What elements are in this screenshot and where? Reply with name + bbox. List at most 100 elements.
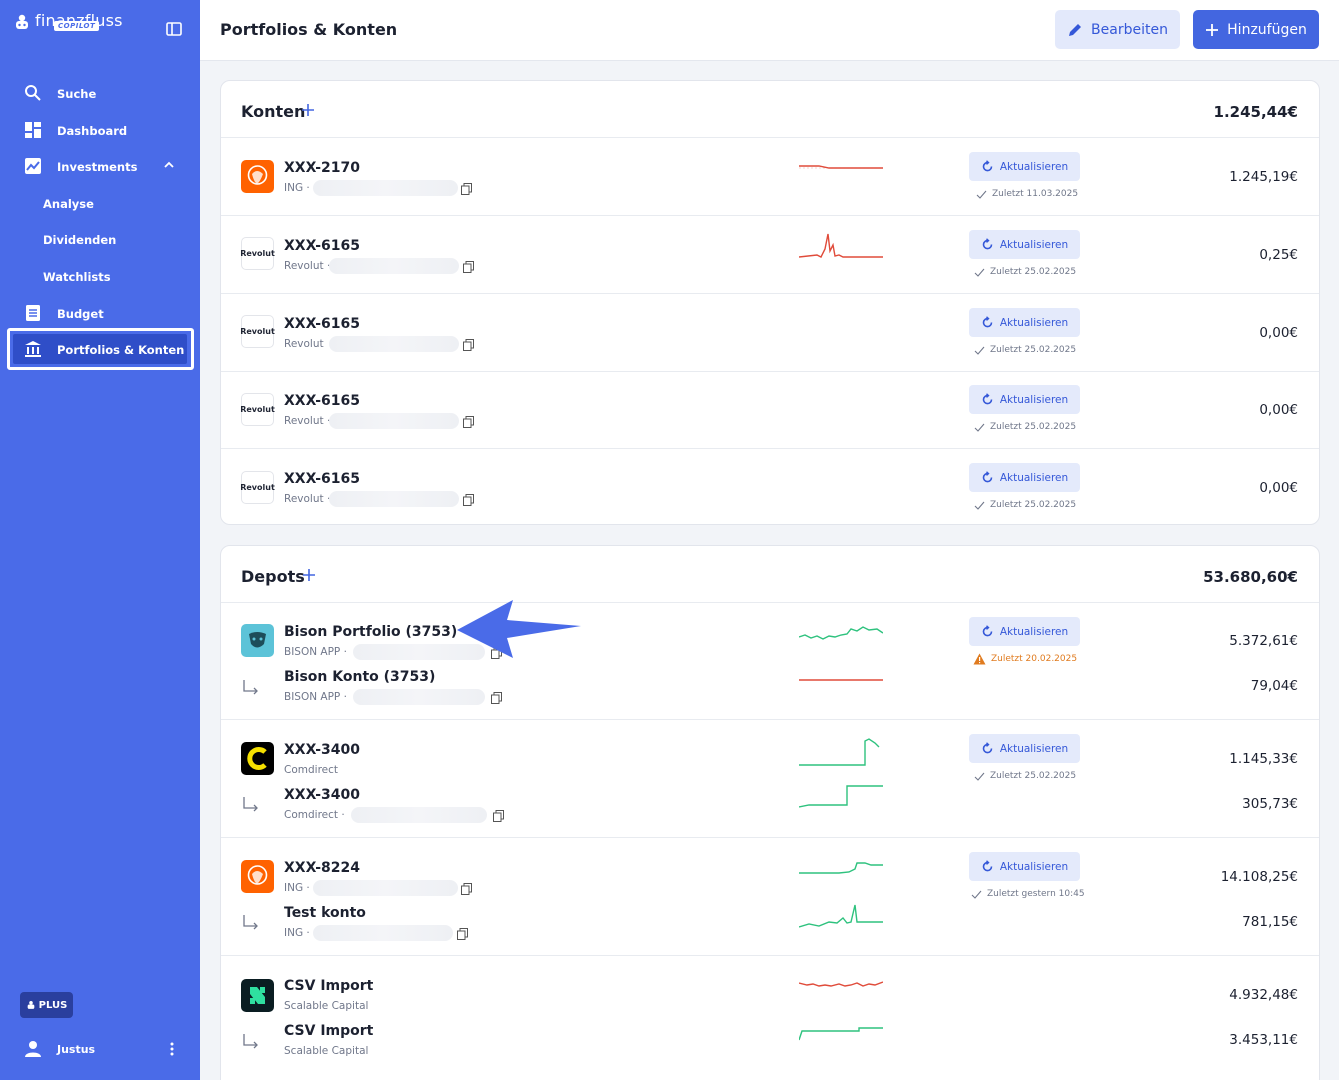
table-row[interactable]: XXX-3400 Comdirect Aktualisieren Zuletzt… — [221, 720, 1319, 838]
lion-icon — [247, 165, 268, 185]
table-row[interactable]: Revolut XXX-6165 Revolut · Aktualisieren… — [221, 216, 1319, 294]
redacted-iban — [351, 807, 487, 823]
refresh-icon — [982, 742, 993, 754]
ing-logo — [241, 860, 274, 893]
copy-icon[interactable] — [463, 416, 474, 428]
sidebar-item-portfolios-konten[interactable]: Portfolios & Konten — [0, 331, 200, 368]
table-row[interactable]: Revolut XXX-6165 Revolut · Aktualisieren… — [221, 372, 1319, 449]
sub-account-bank: BISON APP · — [284, 691, 347, 703]
copy-icon[interactable] — [457, 928, 468, 940]
sidebar-item-budget[interactable]: Budget — [0, 295, 200, 332]
refresh-button[interactable]: Aktualisieren — [969, 308, 1080, 337]
sidebar-item-analyse[interactable]: Analyse — [0, 185, 200, 222]
refresh-label: Aktualisieren — [999, 742, 1069, 755]
more-vertical-icon[interactable] — [168, 1041, 176, 1057]
account-amount: 0,00€ — [1259, 325, 1298, 341]
sparkline — [799, 904, 883, 928]
sparkline — [799, 738, 880, 766]
account-amount: 1.245,19€ — [1229, 169, 1298, 185]
copy-icon[interactable] — [461, 183, 472, 195]
last-updated: Zuletzt 11.03.2025 — [976, 189, 1078, 199]
sparkline — [799, 233, 883, 258]
copy-icon[interactable] — [491, 692, 502, 704]
refresh-button[interactable]: Aktualisieren — [969, 852, 1080, 881]
copilot-badge: COPILOT — [54, 21, 100, 31]
sub-account-bank: Comdirect · — [284, 809, 345, 821]
table-row[interactable]: Revolut XXX-6165 Revolut Aktualisieren Z… — [221, 294, 1319, 372]
copy-icon[interactable] — [463, 494, 474, 506]
sidebar-item-watchlists[interactable]: Watchlists — [0, 258, 200, 295]
sparkline — [799, 679, 883, 681]
check-icon — [974, 268, 985, 277]
sub-account-bank: Scalable Capital — [284, 1045, 369, 1057]
edit-button-label: Bearbeiten — [1091, 21, 1168, 38]
scalable-logo — [241, 979, 274, 1012]
dashboard-icon — [25, 121, 41, 138]
account-amount: 4.932,48€ — [1229, 987, 1298, 1003]
konten-title: Konten — [241, 102, 306, 121]
sub-account-name: Test konto — [284, 905, 366, 921]
bank-icon — [25, 341, 41, 358]
table-row[interactable]: Bison Portfolio (3753) BISON APP · Aktua… — [221, 603, 1319, 720]
refresh-button[interactable]: Aktualisieren — [969, 385, 1080, 414]
account-name: Bison Portfolio (3753) — [284, 624, 458, 640]
copy-icon[interactable] — [493, 810, 504, 822]
account-amount: 0,00€ — [1259, 402, 1298, 418]
account-amount: 0,00€ — [1259, 480, 1298, 496]
table-row[interactable]: Revolut XXX-6165 Revolut · Aktualisieren… — [221, 449, 1319, 524]
sparkline — [799, 785, 883, 808]
copy-icon[interactable] — [463, 339, 474, 351]
sidebar-item-investments[interactable]: Investments — [0, 148, 200, 185]
sub-account-arrow-icon — [243, 680, 258, 695]
refresh-button[interactable]: Aktualisieren — [969, 734, 1080, 763]
warning-icon — [973, 653, 986, 665]
refresh-icon — [982, 238, 993, 250]
bull-icon — [249, 632, 266, 648]
sub-account-name: Bison Konto (3753) — [284, 669, 436, 685]
sidebar-item-label: Watchlists — [43, 269, 111, 284]
sidebar-item-dashboard[interactable]: Dashboard — [0, 112, 200, 149]
account-bank: Scalable Capital — [284, 1000, 369, 1012]
sparkline — [799, 981, 883, 987]
add-depot-icon[interactable] — [302, 568, 316, 582]
pencil-icon — [1069, 23, 1082, 36]
plan-badge[interactable]: PLUS — [20, 992, 73, 1018]
account-bank: BISON APP · — [284, 646, 347, 658]
refresh-button[interactable]: Aktualisieren — [969, 463, 1080, 492]
account-bank: Revolut · — [284, 493, 331, 505]
sidebar-item-dividenden[interactable]: Dividenden — [0, 221, 200, 258]
account-name: XXX-6165 — [284, 316, 361, 332]
refresh-button[interactable]: Aktualisieren — [969, 230, 1080, 259]
sub-account-name: XXX-3400 — [284, 787, 361, 803]
table-row[interactable]: XXX-2170 ING · Aktualisieren Zuletzt 11.… — [221, 138, 1319, 216]
check-icon — [974, 501, 985, 510]
account-bank: ING · — [284, 182, 310, 194]
table-row[interactable]: CSV Import Scalable Capital 4.932,48€ CS… — [221, 956, 1319, 1076]
copy-icon[interactable] — [463, 261, 474, 273]
last-updated: Zuletzt 25.02.2025 — [974, 345, 1076, 355]
refresh-button[interactable]: Aktualisieren — [969, 152, 1080, 181]
edit-button[interactable]: Bearbeiten — [1055, 10, 1180, 49]
sidebar-item-suche[interactable]: Suche — [0, 75, 200, 112]
add-button[interactable]: Hinzufügen — [1193, 10, 1319, 49]
sub-account-amount: 305,73€ — [1242, 796, 1298, 812]
sparkline — [799, 862, 883, 874]
sub-account-arrow-icon — [243, 915, 258, 930]
account-bank: ING · — [284, 882, 310, 894]
sidebar-collapse-icon[interactable] — [165, 20, 183, 38]
refresh-icon — [982, 393, 993, 405]
table-row[interactable]: XXX-8224 ING · Aktualisieren Zuletzt ges… — [221, 838, 1319, 956]
chevron-up-icon[interactable] — [162, 158, 176, 172]
copy-icon[interactable] — [461, 883, 472, 895]
budget-icon — [26, 304, 40, 321]
refresh-button[interactable]: Aktualisieren — [969, 617, 1080, 646]
plan-badge-label: PLUS — [38, 999, 68, 1011]
account-bank: Comdirect — [284, 764, 339, 776]
check-icon — [976, 190, 987, 199]
comdirect-c-icon — [247, 747, 267, 770]
sparkline — [799, 1027, 883, 1041]
add-konto-icon[interactable] — [301, 103, 315, 117]
account-name: XXX-6165 — [284, 471, 361, 487]
user-menu[interactable]: Justus — [0, 1036, 200, 1062]
account-name: XXX-6165 — [284, 393, 361, 409]
